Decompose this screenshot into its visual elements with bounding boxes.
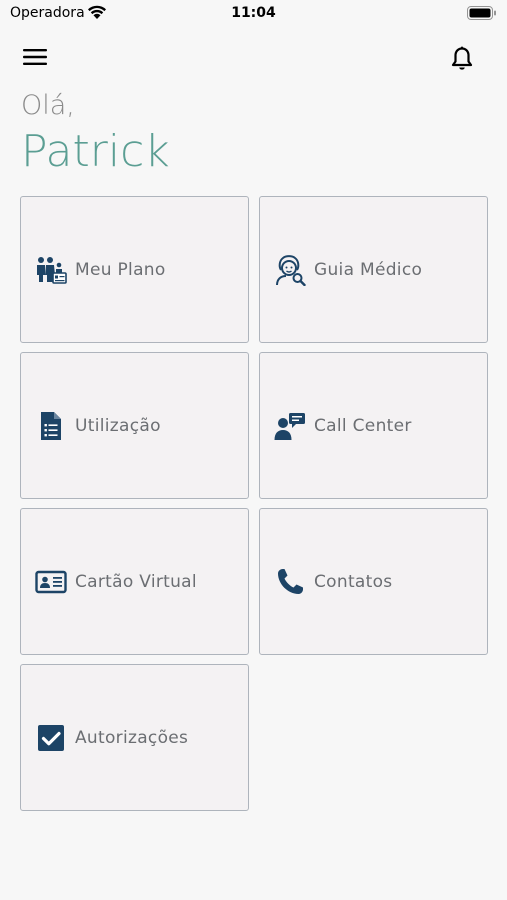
tile-meu-plano[interactable]: Meu Plano	[20, 196, 249, 343]
tile-label: Guia Médico	[314, 259, 423, 280]
bell-icon[interactable]	[450, 46, 474, 72]
tile-label: Contatos	[314, 571, 393, 592]
user-name: Patrick	[21, 126, 170, 177]
checkbox-icon	[35, 722, 67, 754]
hamburger-icon[interactable]	[23, 48, 47, 66]
home-screen: Operadora 11:04 Olá, Patrick Meu Plano G…	[0, 0, 507, 900]
support-agent-icon	[274, 410, 306, 442]
battery-icon	[467, 6, 496, 20]
tile-utilizacao[interactable]: Utilização	[20, 352, 249, 499]
tile-cartao-virtual[interactable]: Cartão Virtual	[20, 508, 249, 655]
tile-call-center[interactable]: Call Center	[259, 352, 488, 499]
phone-icon	[274, 566, 306, 598]
tile-label: Autorizações	[75, 727, 189, 748]
greeting-text: Olá,	[21, 90, 75, 121]
tile-label: Meu Plano	[75, 259, 166, 280]
status-clock: 11:04	[231, 5, 276, 21]
id-card-icon	[35, 566, 67, 598]
tile-contatos[interactable]: Contatos	[259, 508, 488, 655]
tile-label: Cartão Virtual	[75, 571, 197, 592]
document-list-icon	[35, 410, 67, 442]
family-card-icon	[35, 254, 67, 286]
doctor-search-icon	[274, 254, 306, 286]
tile-label: Call Center	[314, 415, 412, 436]
status-bar: Operadora 11:04	[0, 0, 507, 30]
menu-grid: Meu Plano Guia Médico Utilização Call Ce…	[20, 196, 488, 811]
tile-autorizacoes[interactable]: Autorizações	[20, 664, 249, 811]
tile-guia-medico[interactable]: Guia Médico	[259, 196, 488, 343]
tile-label: Utilização	[75, 415, 161, 436]
